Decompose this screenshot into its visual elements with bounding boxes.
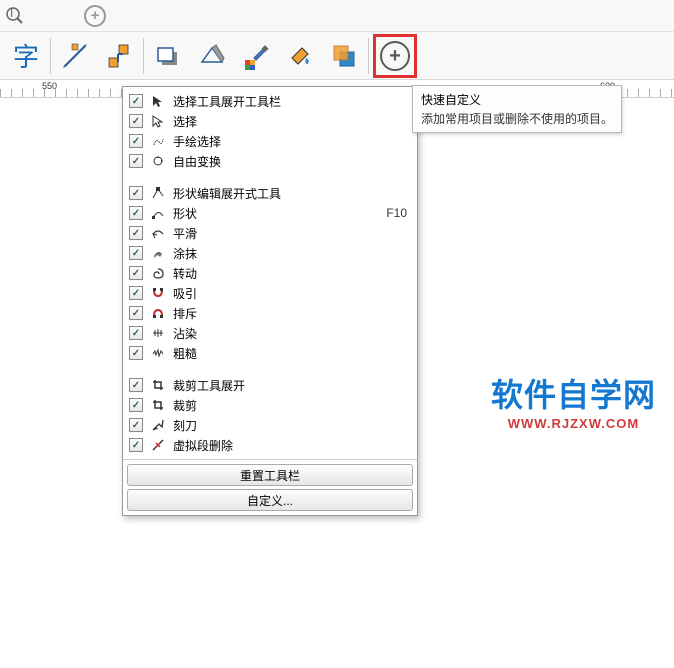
freehand-icon [149,133,167,149]
list-item[interactable]: ✓平滑 [125,223,415,243]
checkbox-icon[interactable]: ✓ [129,286,143,300]
smudge-icon [149,245,167,261]
list-item[interactable]: ✓转动 [125,263,415,283]
checkbox-icon[interactable]: ✓ [129,186,143,200]
checkbox-icon[interactable]: ✓ [129,266,143,280]
checkbox-icon[interactable]: ✓ [129,206,143,220]
checkbox-icon[interactable]: ✓ [129,378,143,392]
svg-text:I: I [10,6,13,20]
customize-dropdown: ✓选择工具展开工具栏 ✓选择 ✓手绘选择 ✓自由变换 ✓形状编辑展开式工具 ✓形… [122,86,418,516]
checkbox-icon[interactable]: ✓ [129,418,143,432]
separator [368,38,369,74]
text-tool[interactable]: 字 [4,34,48,78]
separator [143,38,144,74]
cursor-icon [149,93,167,109]
tooltip-desc: 添加常用项目或删除不使用的项目。 [421,110,613,127]
tooltip: 快速自定义 添加常用项目或删除不使用的项目。 [412,85,622,133]
checkbox-icon[interactable]: ✓ [129,154,143,168]
checkbox-icon[interactable]: ✓ [129,114,143,128]
shape-icon [149,205,167,221]
transform-icon [149,153,167,169]
checkbox-icon[interactable]: ✓ [129,326,143,340]
connector-tool[interactable] [97,34,141,78]
dimension-tool[interactable] [53,34,97,78]
extrude-tool[interactable] [190,34,234,78]
delete-segment-icon [149,437,167,453]
checkbox-icon[interactable]: ✓ [129,346,143,360]
stain-icon [149,325,167,341]
twirl-icon [149,265,167,281]
list-item[interactable]: ✓刻刀 [125,415,415,435]
knife-icon [149,417,167,433]
list-item[interactable]: ✓选择 [125,111,415,131]
rough-icon [149,345,167,361]
add-icon[interactable]: + [84,5,106,27]
shape-edit-icon [149,185,167,201]
list-item[interactable]: ✓形状F10 [125,203,415,223]
zoom-text-icon[interactable]: I [4,5,26,27]
list-item[interactable]: ✓粗糙 [125,343,415,363]
fill-tool[interactable] [278,34,322,78]
checkbox-icon[interactable]: ✓ [129,438,143,452]
separator [50,38,51,74]
checkbox-icon[interactable]: ✓ [129,134,143,148]
crop-expand-icon [149,377,167,393]
watermark-title: 软件自学网 [491,370,656,416]
reset-toolbar-button[interactable]: 重置工具栏 [127,464,413,486]
shadow-tool[interactable] [146,34,190,78]
checkbox-icon[interactable]: ✓ [129,94,143,108]
main-toolbar: 字 + [0,32,674,80]
dropdown-buttons: 重置工具栏 自定义... [123,459,417,515]
watermark: 软件自学网 WWW.RJZXW.COM [491,370,656,431]
checkbox-icon[interactable]: ✓ [129,306,143,320]
checkbox-icon[interactable]: ✓ [129,226,143,240]
list-item[interactable]: ✓沾染 [125,323,415,343]
attract-icon [149,285,167,301]
smooth-icon [149,225,167,241]
list-item[interactable]: ✓自由变换 [125,151,415,171]
transparency-tool[interactable] [322,34,366,78]
list-item[interactable]: ✓手绘选择 [125,131,415,151]
list-item[interactable]: ✓裁剪 [125,395,415,415]
separator [125,171,415,183]
tooltip-title: 快速自定义 [421,91,613,108]
checkbox-icon[interactable]: ✓ [129,398,143,412]
list-item[interactable]: ✓形状编辑展开式工具 [125,183,415,203]
crop-icon [149,397,167,413]
watermark-url: WWW.RJZXW.COM [491,416,656,431]
cursor-icon [149,113,167,129]
list-item[interactable]: ✓涂抹 [125,243,415,263]
separator [125,363,415,375]
list-item[interactable]: ✓吸引 [125,283,415,303]
repel-icon [149,305,167,321]
dropdown-list[interactable]: ✓选择工具展开工具栏 ✓选择 ✓手绘选择 ✓自由变换 ✓形状编辑展开式工具 ✓形… [123,87,417,459]
top-toolbar: I + [0,0,674,32]
list-item[interactable]: ✓裁剪工具展开 [125,375,415,395]
list-item[interactable]: ✓选择工具展开工具栏 [125,91,415,111]
list-item[interactable]: ✓虚拟段删除 [125,435,415,455]
quick-customize-button[interactable]: + [373,34,417,78]
checkbox-icon[interactable]: ✓ [129,246,143,260]
color-eyedropper-tool[interactable] [234,34,278,78]
customize-button[interactable]: 自定义... [127,489,413,511]
list-item[interactable]: ✓排斥 [125,303,415,323]
